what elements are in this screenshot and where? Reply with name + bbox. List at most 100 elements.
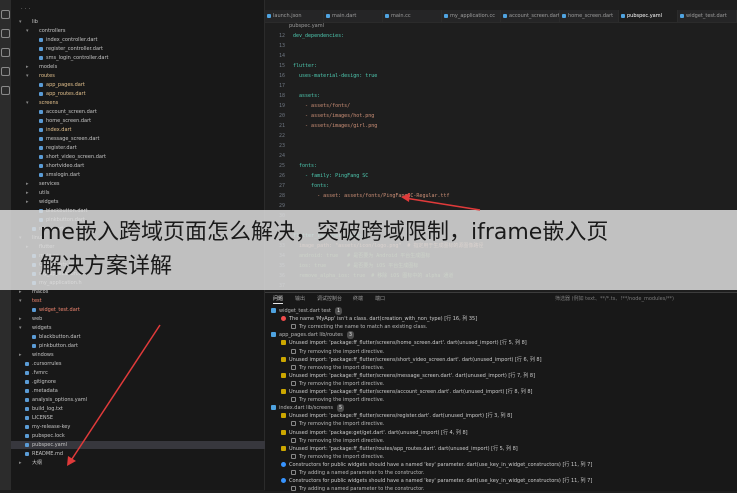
code-line[interactable]: assets: xyxy=(293,92,320,100)
panel-tab[interactable]: 输出 xyxy=(295,295,305,303)
panel-tab[interactable]: 问题 xyxy=(273,295,284,304)
tab[interactable]: home_screen.dart xyxy=(560,10,619,22)
tree-item[interactable]: ▾ screens xyxy=(11,99,58,107)
tree-item[interactable]: ▾ controllers xyxy=(11,27,65,35)
tree-item[interactable]: ▾ widgets xyxy=(11,324,51,332)
panel-tab[interactable]: 终端 xyxy=(353,295,363,303)
tree-item[interactable]: account_screen.dart xyxy=(11,108,97,116)
tree-item[interactable]: ▸ services xyxy=(11,180,60,188)
lightbulb-icon xyxy=(291,486,296,492)
code-line[interactable]: - asset: assets/fonts/PingFangSC-Regular… xyxy=(293,192,449,200)
tab[interactable]: main.dart xyxy=(324,10,383,22)
problem-file-group[interactable]: widget_test.dart test 1 xyxy=(265,307,343,315)
tree-item[interactable]: index.dart xyxy=(11,126,72,134)
problem-item[interactable]: Unused import: 'package:ff_flutter/scree… xyxy=(265,412,512,420)
tree-item[interactable]: home_screen.dart xyxy=(11,117,91,125)
tree-item[interactable]: message_screen.dart xyxy=(11,135,99,143)
problem-item[interactable]: Unused import: 'package:ff_flutter/scree… xyxy=(265,372,535,380)
problem-item[interactable]: Try removing the import directive. xyxy=(265,364,384,372)
tree-item[interactable]: short_video_screen.dart xyxy=(11,153,106,161)
tree-item[interactable]: sms_login_controller.dart xyxy=(11,54,109,62)
tree-item[interactable]: ▸ web xyxy=(11,315,42,323)
code-line[interactable]: dev_dependencies: xyxy=(293,32,344,40)
tree-item[interactable]: pinkbutton.dart xyxy=(11,342,78,350)
tree-item[interactable]: ▸ models xyxy=(11,63,57,71)
tree-item[interactable]: ▸ 大纲 xyxy=(11,459,42,467)
code-line[interactable]: uses-material-design: true xyxy=(293,72,377,80)
source-control-icon[interactable] xyxy=(1,48,10,57)
problem-item[interactable]: Unused import: 'package:ff_flutter/scree… xyxy=(265,388,532,396)
search-icon[interactable] xyxy=(1,29,10,38)
problem-item[interactable]: Try removing the import directive. xyxy=(265,396,384,404)
tree-item[interactable]: register_controller.dart xyxy=(11,45,103,53)
tree-item[interactable]: shortvideo.dart xyxy=(11,162,84,170)
code-line[interactable]: - assets/images/hot.png xyxy=(293,112,374,120)
problem-item[interactable]: Constructors for public widgets should h… xyxy=(265,477,592,485)
tree-item[interactable]: .metadata xyxy=(11,387,58,395)
tree-item[interactable]: .gitignore xyxy=(11,378,56,386)
problem-item[interactable]: Try removing the import directive. xyxy=(265,420,384,428)
tree-item[interactable]: .fvmrc xyxy=(11,369,48,377)
run-debug-icon[interactable] xyxy=(1,67,10,76)
problem-item[interactable]: Unused import: 'package:get/get.dart'. d… xyxy=(265,429,468,437)
tab[interactable]: my_application.cc xyxy=(442,10,501,22)
problem-item[interactable]: Unused import: 'package:ff_flutter/scree… xyxy=(265,339,527,347)
file-icon xyxy=(32,334,36,339)
tree-item[interactable]: smslogin.dart xyxy=(11,171,80,179)
tree-item[interactable]: ▾ lib xyxy=(11,18,38,26)
tree-item[interactable]: ▾ routes xyxy=(11,72,55,80)
code-line[interactable]: - assets/images/girl.png xyxy=(293,122,377,130)
code-line[interactable]: - family: PingFang SC xyxy=(293,172,368,180)
problem-item[interactable]: Unused import: 'package:ff_flutter/route… xyxy=(265,445,518,453)
problem-item[interactable]: Try removing the import directive. xyxy=(265,453,384,461)
tree-item[interactable]: build_log.txt xyxy=(11,405,63,413)
tree-item[interactable]: pubspec.yaml xyxy=(11,441,272,449)
tab[interactable]: main.cc xyxy=(383,10,442,22)
tree-item-label: register.dart xyxy=(46,145,77,151)
problem-item[interactable]: Try adding a named parameter to the cons… xyxy=(265,469,424,477)
problem-item[interactable]: Unused import: 'package:ff_flutter/scree… xyxy=(265,356,542,364)
tree-item[interactable]: README.md xyxy=(11,450,63,458)
problem-item[interactable]: Try adding a named parameter to the cons… xyxy=(265,485,424,493)
explorer-icon[interactable] xyxy=(1,10,10,19)
filter-input[interactable]: 筛选器 (例如 text、**/*.ts、!**/node_modules/**… xyxy=(555,295,674,303)
panel-tab[interactable]: 调试控制台 xyxy=(317,295,342,303)
tab[interactable]: launch.json xyxy=(265,10,324,22)
code-line[interactable]: fonts: xyxy=(293,162,317,170)
tree-item[interactable]: index_controller.dart xyxy=(11,36,97,44)
tree-item[interactable]: widget_test.dart xyxy=(11,306,80,314)
problem-item[interactable]: Constructors for public widgets should h… xyxy=(265,461,592,469)
code-line[interactable]: fonts: xyxy=(293,182,329,190)
problem-item[interactable]: Try correcting the name to match an exis… xyxy=(265,323,427,331)
tree-item[interactable]: register.dart xyxy=(11,144,77,152)
lightbulb-icon xyxy=(291,437,296,443)
tree-item[interactable]: app_routes.dart xyxy=(11,90,86,98)
code-line[interactable]: - assets/fonts/ xyxy=(293,102,350,110)
problem-item[interactable]: The name 'MyApp' isn't a class. dart(cre… xyxy=(265,315,477,323)
tab[interactable]: widget_test.dart xyxy=(678,10,737,22)
problem-file-group[interactable]: index.dart lib/screens 5 xyxy=(265,404,345,413)
problem-item[interactable]: Try removing the import directive. xyxy=(265,437,384,445)
tree-item[interactable]: pubspec.lock xyxy=(11,432,65,440)
tree-item[interactable]: .cursorrules xyxy=(11,360,62,368)
tree-item-label: my-release-key xyxy=(32,424,71,430)
tree-item[interactable]: ▸ widgets xyxy=(11,198,58,206)
tree-item[interactable]: ▸ utils xyxy=(11,189,50,197)
tree-item[interactable]: ▾ test xyxy=(11,297,42,305)
extensions-icon[interactable] xyxy=(1,86,10,95)
tree-item[interactable]: app_pages.dart xyxy=(11,81,85,89)
panel-tab[interactable]: 端口 xyxy=(375,295,385,303)
breadcrumb[interactable]: pubspec.yaml xyxy=(265,22,324,30)
tree-item[interactable]: blackbutton.dart xyxy=(11,333,81,341)
tree-item[interactable]: ▸ windows xyxy=(11,351,54,359)
tree-item[interactable]: my-release-key xyxy=(11,423,70,431)
tab[interactable]: pubspec.yaml xyxy=(619,10,678,22)
code-line[interactable]: flutter: xyxy=(293,62,317,70)
problem-file-group[interactable]: app_pages.dart lib/routes 3 xyxy=(265,331,355,340)
problem-item[interactable]: Try removing the import directive. xyxy=(265,348,384,356)
tree-item[interactable]: LICENSE xyxy=(11,414,53,422)
tab[interactable]: account_screen.dart xyxy=(501,10,560,22)
problem-text: Try adding a named parameter to the cons… xyxy=(299,470,425,476)
tree-item[interactable]: analysis_options.yaml xyxy=(11,396,87,404)
problem-item[interactable]: Try removing the import directive. xyxy=(265,380,384,388)
